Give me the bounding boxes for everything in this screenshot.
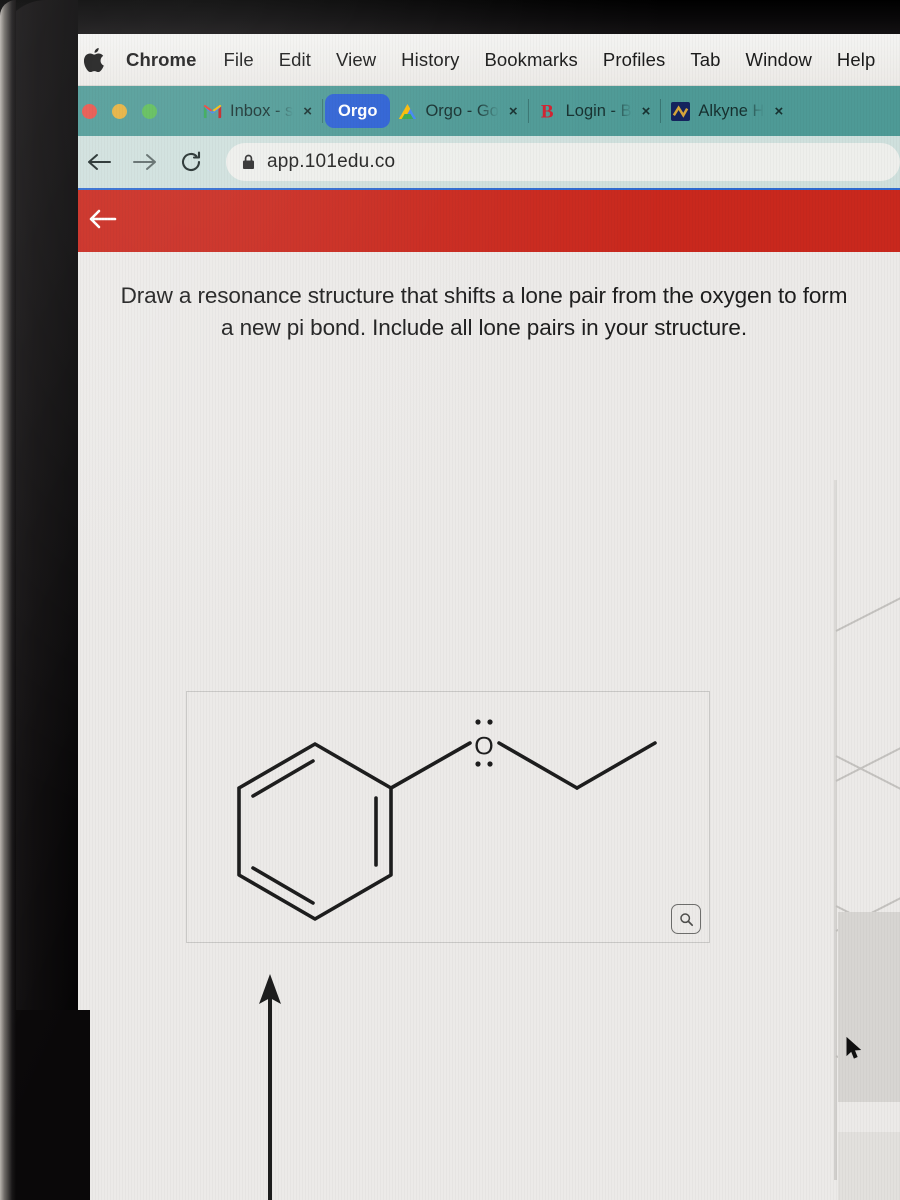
close-tab-button[interactable]: × xyxy=(642,103,651,120)
menu-item-tab[interactable]: Tab xyxy=(690,49,720,71)
window-controls xyxy=(82,103,157,119)
menu-item-edit[interactable]: Edit xyxy=(279,49,311,71)
address-bar[interactable]: app.101edu.co xyxy=(226,143,900,181)
background-panel-lower xyxy=(838,1132,900,1200)
google-drive-icon xyxy=(398,102,417,121)
laptop-edge-highlight xyxy=(0,0,16,1200)
lone-pair-dot xyxy=(487,761,493,767)
close-window-button[interactable] xyxy=(82,103,97,119)
alkyne-thumbnail-icon xyxy=(671,101,691,121)
browser-tab-title: Inbox - s xyxy=(230,101,294,120)
lone-pair-dot xyxy=(487,719,493,725)
browser-tab-title: Orgo xyxy=(338,101,378,120)
minimize-window-button[interactable] xyxy=(112,103,127,119)
laptop-photo: Chrome File Edit View History Bookmarks … xyxy=(0,0,900,1200)
browser-tab-title: Orgo - Go xyxy=(425,101,499,120)
close-tab-button[interactable]: × xyxy=(303,103,312,120)
browser-tab-orgo-drive[interactable]: Orgo - Go × xyxy=(390,90,525,132)
apple-logo-icon[interactable] xyxy=(84,47,104,72)
menu-item-chrome[interactable]: Chrome xyxy=(126,49,197,71)
browser-tab-login[interactable]: B Login - B × xyxy=(531,90,659,132)
browser-tab-title: Alkyne H xyxy=(698,101,765,120)
browser-tab-title: Login - B xyxy=(565,101,632,120)
app-back-button[interactable] xyxy=(88,207,118,236)
background-line xyxy=(835,575,900,632)
gmail-icon xyxy=(203,102,222,121)
menu-item-bookmarks[interactable]: Bookmarks xyxy=(484,49,577,71)
menu-item-help[interactable]: Help xyxy=(837,49,875,71)
close-tab-button[interactable]: × xyxy=(509,103,518,120)
tab-separator xyxy=(322,99,324,123)
browser-tab-orgo-active[interactable]: Orgo xyxy=(325,94,391,128)
window-seam xyxy=(834,480,837,1180)
oxygen-atom-label: O xyxy=(474,733,493,761)
laptop-bezel-top xyxy=(0,0,900,34)
svg-text:B: B xyxy=(540,102,553,121)
bartleby-b-icon: B xyxy=(539,102,558,121)
menu-item-view[interactable]: View xyxy=(336,49,376,71)
app-header-bar xyxy=(68,190,900,252)
mouse-pointer-icon xyxy=(846,1036,862,1061)
magnifier-icon xyxy=(679,912,694,927)
macos-menu-bar: Chrome File Edit View History Bookmarks … xyxy=(68,34,900,86)
lone-pair-dot xyxy=(475,719,481,725)
resonance-arrow xyxy=(250,974,290,1200)
lock-icon xyxy=(242,154,255,170)
browser-back-button[interactable] xyxy=(82,145,116,179)
lone-pair-dot xyxy=(475,761,481,767)
background-line xyxy=(835,755,900,812)
browser-toolbar: app.101edu.co xyxy=(68,136,900,190)
browser-reload-button[interactable] xyxy=(174,145,208,179)
browser-tab-inbox[interactable]: Inbox - s × xyxy=(195,90,320,132)
app-page-body: Draw a resonance structure that shifts a… xyxy=(68,252,900,1200)
laptop-screen: Chrome File Edit View History Bookmarks … xyxy=(68,34,900,1200)
menu-item-history[interactable]: History xyxy=(401,49,459,71)
background-line xyxy=(835,725,900,782)
tab-separator xyxy=(527,99,529,123)
close-tab-button[interactable]: × xyxy=(774,103,783,120)
propyl-phenyl-ether-structure: O xyxy=(237,719,657,921)
browser-tab-alkyne[interactable]: Alkyne H × xyxy=(663,90,791,132)
menu-item-profiles[interactable]: Profiles xyxy=(603,49,666,71)
question-prompt: Draw a resonance structure that shifts a… xyxy=(120,283,848,340)
tab-separator xyxy=(660,99,662,123)
molecule-structure-box: O xyxy=(186,691,710,943)
browser-forward-button[interactable] xyxy=(128,145,162,179)
menu-item-window[interactable]: Window xyxy=(746,49,812,71)
menu-item-file[interactable]: File xyxy=(224,49,254,71)
maximize-window-button[interactable] xyxy=(142,103,157,119)
browser-tab-strip: Inbox - s × Orgo Orgo - Go × B Login - B… xyxy=(68,86,900,136)
address-bar-url: app.101edu.co xyxy=(267,151,396,172)
magnify-structure-button[interactable] xyxy=(671,904,701,934)
background-panel xyxy=(838,912,900,1102)
